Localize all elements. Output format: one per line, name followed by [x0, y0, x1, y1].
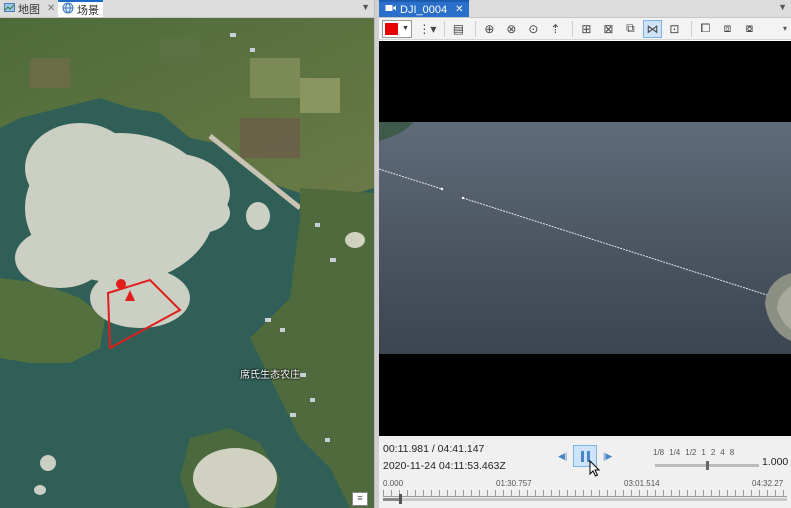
pan-to-frame-icon: ⊙: [528, 21, 539, 36]
globe-icon: [62, 2, 74, 17]
toolbar-separator: [443, 20, 445, 37]
speed-option[interactable]: 2: [711, 448, 715, 457]
tab-map-label: 地图: [18, 3, 40, 16]
timeline-progress: [383, 498, 401, 501]
export-graphic-button[interactable]: ⧉: [621, 20, 640, 38]
tab-video[interactable]: DJI_0004 ✕: [379, 0, 470, 17]
zoom-to-frame-icon: ⊕: [484, 21, 495, 36]
timeline-thumb[interactable]: [399, 494, 403, 504]
track-icon: ⋈: [646, 21, 659, 36]
export-button[interactable]: ⧇: [740, 20, 759, 38]
step-back-icon: ◀|: [558, 451, 568, 461]
north-arrow-icon: ⇡: [550, 21, 561, 36]
book-icon: ▤: [452, 21, 465, 36]
pane-menu-icon[interactable]: ▼: [361, 2, 370, 12]
toolbar-separator: [474, 20, 476, 37]
sensor-location-marker: [116, 279, 126, 289]
previous-frame-button[interactable]: ◀|: [558, 451, 570, 463]
tab-scene-label: 场景: [77, 4, 99, 17]
book-button[interactable]: ▤: [449, 20, 468, 38]
speed-value: 1.000: [762, 456, 789, 468]
close-icon[interactable]: ✕: [47, 3, 55, 14]
bookmark-list-button[interactable]: ⋮▾: [418, 20, 437, 38]
timeline-label: 0.000: [383, 479, 404, 488]
speed-slider[interactable]: [655, 461, 759, 470]
mouse-cursor-icon: [589, 460, 601, 477]
snapshot-icon: ⧠: [700, 21, 711, 35]
next-frame-button[interactable]: |▶: [603, 451, 615, 463]
pause-icon: [580, 450, 584, 462]
timeline-ticks: [383, 490, 787, 497]
speed-option[interactable]: 4: [720, 448, 724, 457]
zoom-to-footprint-button[interactable]: ⊗: [502, 20, 521, 38]
video-pane: DJI_0004 ✕ ▼ ▼ ⋮▾ ▤ ⊕ ⊗ ⊙ ⇡ ⊞ ⊠ ⧉ ⋈ ⊡ ⧠ …: [379, 0, 791, 508]
zoom-to-frame-button[interactable]: ⊕: [480, 20, 499, 38]
speed-option[interactable]: 1/2: [685, 448, 696, 457]
speed-option[interactable]: 1/8: [653, 448, 664, 457]
tab-map[interactable]: 地图 ✕: [0, 0, 59, 17]
bookmark-list-icon: ⋮▾: [418, 21, 437, 36]
speed-slider-thumb[interactable]: [706, 461, 709, 470]
playback-controls: 00:11.981 / 04:41.147 2020-11-24 04:11:5…: [379, 436, 791, 508]
speed-labels: 1/8 1/4 1/2 1 2 4 8: [653, 448, 734, 457]
map-menu-icon[interactable]: ≡: [352, 492, 368, 506]
color-swatch: [385, 22, 398, 35]
add-graphic-button[interactable]: ⊞: [577, 20, 596, 38]
graphic-color-picker[interactable]: ▼: [382, 19, 412, 38]
step-forward-icon: |▶: [603, 451, 613, 461]
speed-option[interactable]: 1/4: [669, 448, 680, 457]
chevron-down-icon: ▼: [402, 25, 409, 32]
export-icon: ⧇: [745, 21, 754, 35]
zoom-to-footprint-icon: ⊗: [506, 21, 517, 36]
pane-menu-icon[interactable]: ▼: [778, 2, 787, 12]
absolute-time: 2020-11-24 04:11:53.463Z: [383, 460, 506, 472]
clip-icon: ⧈: [723, 21, 732, 35]
map-pane: 地图 ✕ 场景 ▼ 席氏生态农庄 ≡: [0, 0, 374, 508]
pan-to-frame-button[interactable]: ⊙: [524, 20, 543, 38]
add-graphic-icon: ⊞: [581, 21, 592, 36]
delete-graphic-icon: ⊠: [603, 21, 614, 36]
video-icon: [385, 3, 396, 16]
current-time: 00:11.981 / 04:41.147: [383, 443, 485, 455]
sensor-icon: ⊡: [669, 21, 680, 36]
sensor-button[interactable]: ⊡: [665, 20, 684, 38]
delete-graphic-button[interactable]: ⊠: [599, 20, 618, 38]
map-tab-bar: 地图 ✕ 场景 ▼: [0, 0, 374, 18]
track-button[interactable]: ⋈: [642, 19, 662, 38]
export-graphic-icon: ⧉: [626, 21, 635, 35]
snapshot-button[interactable]: ⧠: [696, 20, 715, 38]
timeline-label: 01:30.757: [496, 479, 532, 488]
speed-option[interactable]: 8: [730, 448, 734, 457]
map-place-label: 席氏生态农庄: [240, 370, 300, 381]
toolbar-separator: [571, 20, 573, 37]
tab-scene[interactable]: 场景: [58, 0, 103, 17]
close-icon[interactable]: ✕: [455, 4, 463, 15]
video-tab-bar: DJI_0004 ✕ ▼: [379, 0, 791, 18]
map-view[interactable]: 席氏生态农庄 ≡: [0, 18, 374, 508]
video-frame[interactable]: [379, 41, 791, 436]
speed-option[interactable]: 1: [701, 448, 705, 457]
clip-button[interactable]: ⧈: [718, 20, 737, 38]
toolbar-separator: [690, 20, 692, 37]
toolbar-overflow-icon[interactable]: ▾: [783, 24, 787, 33]
timeline-label: 04:32.27: [752, 479, 784, 488]
timeline-label: 03:01.514: [624, 479, 660, 488]
timeline-slider[interactable]: [383, 498, 787, 501]
north-arrow-button[interactable]: ⇡: [546, 20, 565, 38]
map-icon: [4, 2, 15, 16]
video-toolbar: ▼ ⋮▾ ▤ ⊕ ⊗ ⊙ ⇡ ⊞ ⊠ ⧉ ⋈ ⊡ ⧠ ⧈ ⧇ ▾: [379, 18, 791, 40]
tab-video-label: DJI_0004: [400, 3, 448, 16]
